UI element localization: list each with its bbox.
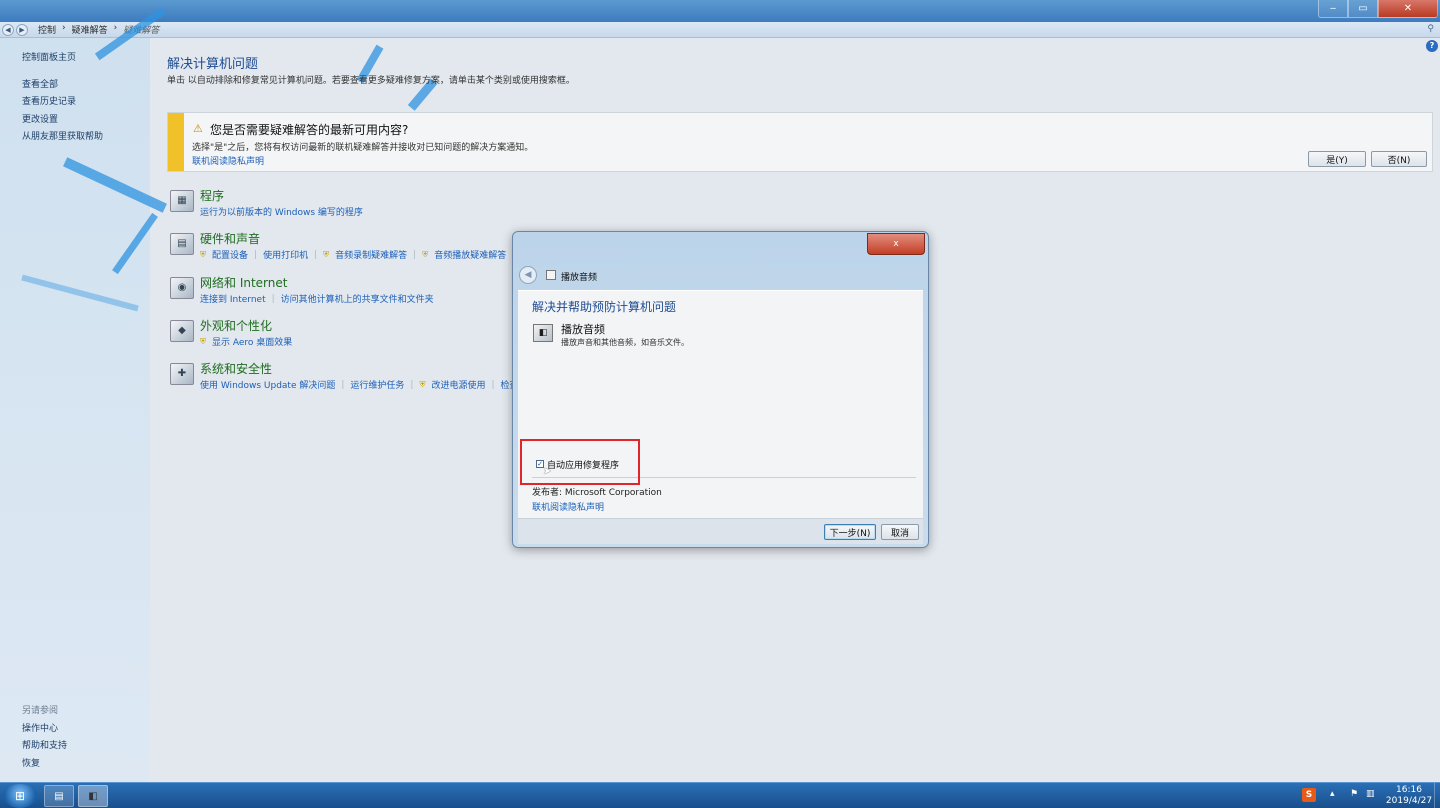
flag-icon[interactable]: ⚑ [1350,789,1358,799]
hardware-sound-icon: ▤ [170,233,194,255]
category-title[interactable]: 网络和 Internet [200,274,287,291]
breadcrumb-item[interactable]: 控制 [38,23,56,36]
category-title[interactable]: 外观和个性化 [200,317,272,334]
category-link[interactable]: 运行维护任务 [350,378,404,391]
show-desktop-button[interactable] [1434,783,1440,808]
forward-button[interactable]: ▶ [16,23,28,36]
next-button[interactable]: 下一步(N) [824,524,876,540]
category-link[interactable]: 运行为以前版本的 Windows 编写的程序 [200,205,363,218]
programs-icon: ▦ [170,190,194,212]
publisher-text: 发布者: Microsoft Corporation [532,488,662,498]
mouse-cursor-icon: ➤ [543,466,552,477]
shield-icon: ⛨ [422,249,429,259]
dialog-close-button[interactable]: x [867,233,925,255]
left-navigation: 控制面板主页 查看全部 查看历史记录 更改设置 从朋友那里获取帮助 另请参阅 操… [0,38,150,782]
close-button[interactable]: ✕ [1378,0,1438,18]
troubleshooter-title: 播放音频 [561,323,605,336]
yes-button[interactable]: 是(Y) [1308,151,1366,167]
category-title[interactable]: 硬件和声音 [200,230,260,247]
category-title[interactable]: 系统和安全性 [200,360,272,377]
category-link[interactable]: 音频录制疑难解答 [335,248,407,261]
maximize-button[interactable]: ▭ [1348,0,1378,18]
clock-date: 2019/4/27 [1385,796,1433,806]
breadcrumb-separator-icon: › [62,23,66,33]
warning-icon: ⚠ [193,122,203,135]
no-button[interactable]: 否(N) [1371,151,1427,167]
cancel-button[interactable]: 取消 [881,524,919,540]
dialog-footer: 下一步(N) 取消 [518,518,923,544]
category-link[interactable]: 连接到 Internet [200,292,266,305]
link-separator: | [413,249,417,260]
back-button[interactable]: ◀ [2,23,14,36]
link-separator: | [410,379,414,390]
dialog-heading: 解决并帮助预防计算机问题 [532,300,677,314]
page-description: 单击 以自动排除和修复常见计算机问题。若要查看更多疑难修复方案，请单击某个类别或… [167,76,575,86]
breadcrumb-separator-icon: › [113,23,118,33]
sidebar-item-recovery[interactable]: 恢复 [22,756,40,769]
link-separator: | [491,379,495,390]
breadcrumb-item[interactable]: 疑难解答 [72,23,108,36]
dialog-back-button[interactable]: ◀ [519,266,537,284]
banner-text: 选择"是"之后，您将有权访问最新的联机疑难解答并接收对已知问题的解决方案通知。 [192,143,534,153]
shield-icon: ⛨ [200,249,206,259]
taskbar-troubleshooter[interactable]: ◧ [78,785,108,807]
banner-title: 您是否需要疑难解答的最新可用内容? [210,123,409,137]
category-title[interactable]: 程序 [200,187,224,204]
category-link[interactable]: 改进电源使用 [431,378,485,391]
sidebar-item-action-center[interactable]: 操作中心 [22,721,58,734]
window-titlebar: ‒ ▭ ✕ [0,0,1440,22]
troubleshooter-dialog: x ◀ 播放音频 解决并帮助预防计算机问题 ◧ 播放音频 播放声音和其他音频，如… [512,231,929,548]
taskbar-control-panel[interactable]: ▤ [44,785,74,807]
privacy-link[interactable]: 联机阅读隐私声明 [192,154,264,167]
control-panel-home-link[interactable]: 控制面板主页 [22,50,76,63]
highlight-box [520,439,640,485]
dialog-title: 播放音频 [561,273,598,283]
sogou-ime-icon[interactable]: S [1302,788,1316,802]
category-link[interactable]: 访问其他计算机上的共享文件和文件夹 [281,292,434,305]
update-banner: ⚠ 您是否需要疑难解答的最新可用内容? 选择"是"之后，您将有权访问最新的联机疑… [167,112,1433,172]
sidebar-item-view-history[interactable]: 查看历史记录 [22,94,76,107]
sidebar-item-change-settings[interactable]: 更改设置 [22,112,58,125]
link-separator: | [254,249,258,260]
sidebar-item-get-help-from-friend[interactable]: 从朋友那里获取帮助 [22,129,103,142]
banner-stripe [168,113,184,171]
category-link[interactable]: 显示 Aero 桌面效果 [212,335,292,348]
appearance-icon: ◆ [170,320,194,342]
shield-icon: ⛨ [419,379,426,389]
clock[interactable]: 16:16 2019/4/27 [1384,785,1434,807]
category-link[interactable]: 使用 Windows Update 解决问题 [200,378,335,391]
network-icon: ◉ [170,277,194,299]
see-also-header: 另请参阅 [22,706,59,716]
tray-expand-icon[interactable]: ▴ [1330,789,1335,799]
sidebar-item-view-all[interactable]: 查看全部 [22,77,58,90]
speaker-icon [546,270,556,280]
address-bar: ◀ ▶ 控制 › 疑难解答 › 疑难解答 ⚲ [0,22,1440,38]
system-security-icon: ✚ [170,363,194,385]
category-link[interactable]: 配置设备 [212,248,248,261]
link-separator: | [314,249,318,260]
shield-icon: ⛨ [200,336,206,346]
category-link[interactable]: 使用打印机 [263,248,308,261]
taskbar: ⊞ ▤ ◧ S ▴ ⚑ ▥ 16:16 2019/4/27 [0,782,1440,808]
sidebar-item-help-support[interactable]: 帮助和支持 [22,738,67,751]
help-icon[interactable]: ? [1426,40,1438,52]
clock-time: 16:16 [1396,785,1422,795]
link-separator: | [271,293,275,304]
network-icon[interactable]: ▥ [1366,789,1375,799]
link-separator: | [341,379,345,390]
shield-icon: ⛨ [323,249,330,259]
privacy-link[interactable]: 联机阅读隐私声明 [532,500,604,513]
category-link[interactable]: 音频播放疑难解答 [434,248,506,261]
troubleshooter-description: 播放声音和其他音频，如音乐文件。 [561,338,689,347]
page-title: 解决计算机问题 [167,57,259,72]
search-icon[interactable]: ⚲ [1427,24,1434,34]
start-button[interactable]: ⊞ [3,784,37,808]
speaker-icon: ◧ [533,324,553,342]
minimize-button[interactable]: ‒ [1318,0,1348,18]
